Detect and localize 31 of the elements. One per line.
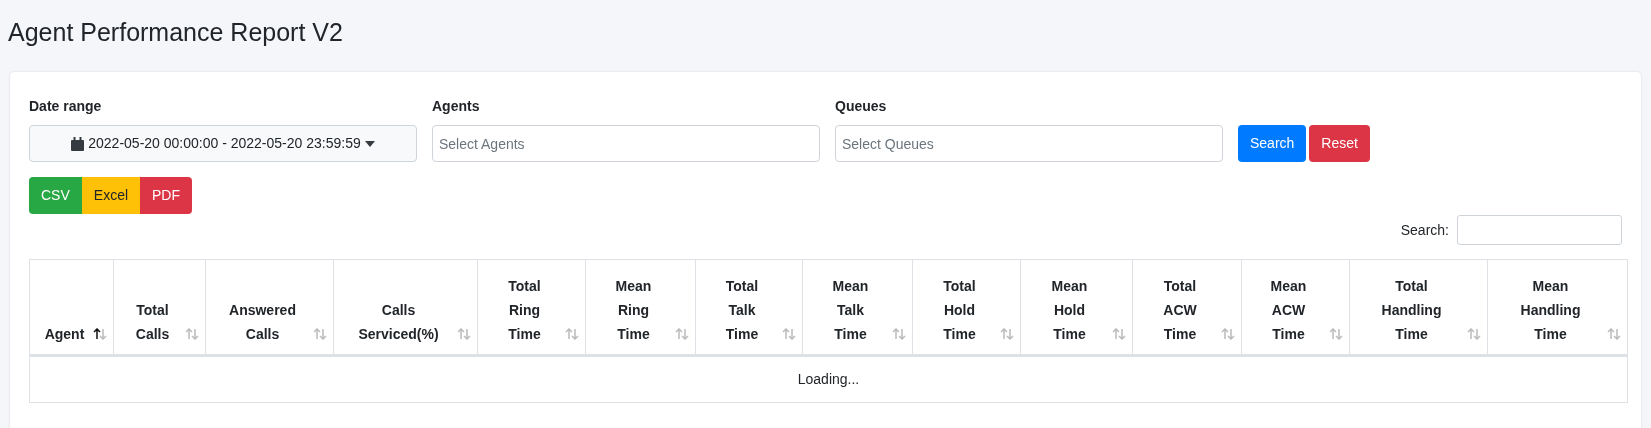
search-label: Search: — [1400, 220, 1449, 240]
select-field[interactable]: Select Agents — [432, 125, 820, 162]
field-label: Queues — [835, 97, 888, 116]
calendar-icon — [71, 136, 85, 151]
loading-message: Loading... — [29, 355, 1628, 403]
table-search-field[interactable] — [1457, 215, 1622, 245]
page-title: Agent Performance Report V2 — [7, 17, 344, 48]
column-header[interactable]: Agent — [29, 259, 114, 356]
column-header[interactable]: Total ACW Time — [1132, 259, 1242, 356]
field-label: Date range — [29, 97, 103, 116]
column-header[interactable]: Calls Serviced(%) — [333, 259, 478, 356]
column-header[interactable]: Answered Calls — [205, 259, 334, 356]
sort-icon[interactable] — [93, 328, 107, 340]
column-header[interactable]: Mean Talk Time — [802, 259, 913, 356]
search-button[interactable]: Search — [1238, 125, 1307, 162]
column-header[interactable]: Total Ring Time — [477, 259, 586, 356]
export-button[interactable]: PDF — [140, 177, 193, 214]
select-field[interactable]: Select Queues — [835, 125, 1223, 162]
column-header[interactable]: Total Talk Time — [695, 259, 803, 356]
column-header[interactable]: Mean Hold Time — [1020, 259, 1133, 356]
column-header[interactable]: Total Calls — [113, 259, 206, 356]
field-label: Agents — [432, 97, 481, 116]
column-header[interactable]: Mean Ring Time — [585, 259, 696, 356]
column-header[interactable]: Total Hold Time — [912, 259, 1021, 356]
export-button[interactable]: Excel — [81, 177, 141, 214]
date-range-picker[interactable]: 2022-05-20 00:00:00 - 2022-05-20 23:59:59 — [29, 125, 417, 162]
column-header[interactable]: Mean ACW Time — [1241, 259, 1350, 356]
caret-icon — [364, 140, 375, 147]
column-header[interactable]: Total Handling Time — [1349, 259, 1488, 356]
reset-button[interactable]: Reset — [1309, 125, 1370, 162]
column-header[interactable]: Mean Handling Time — [1487, 259, 1628, 356]
